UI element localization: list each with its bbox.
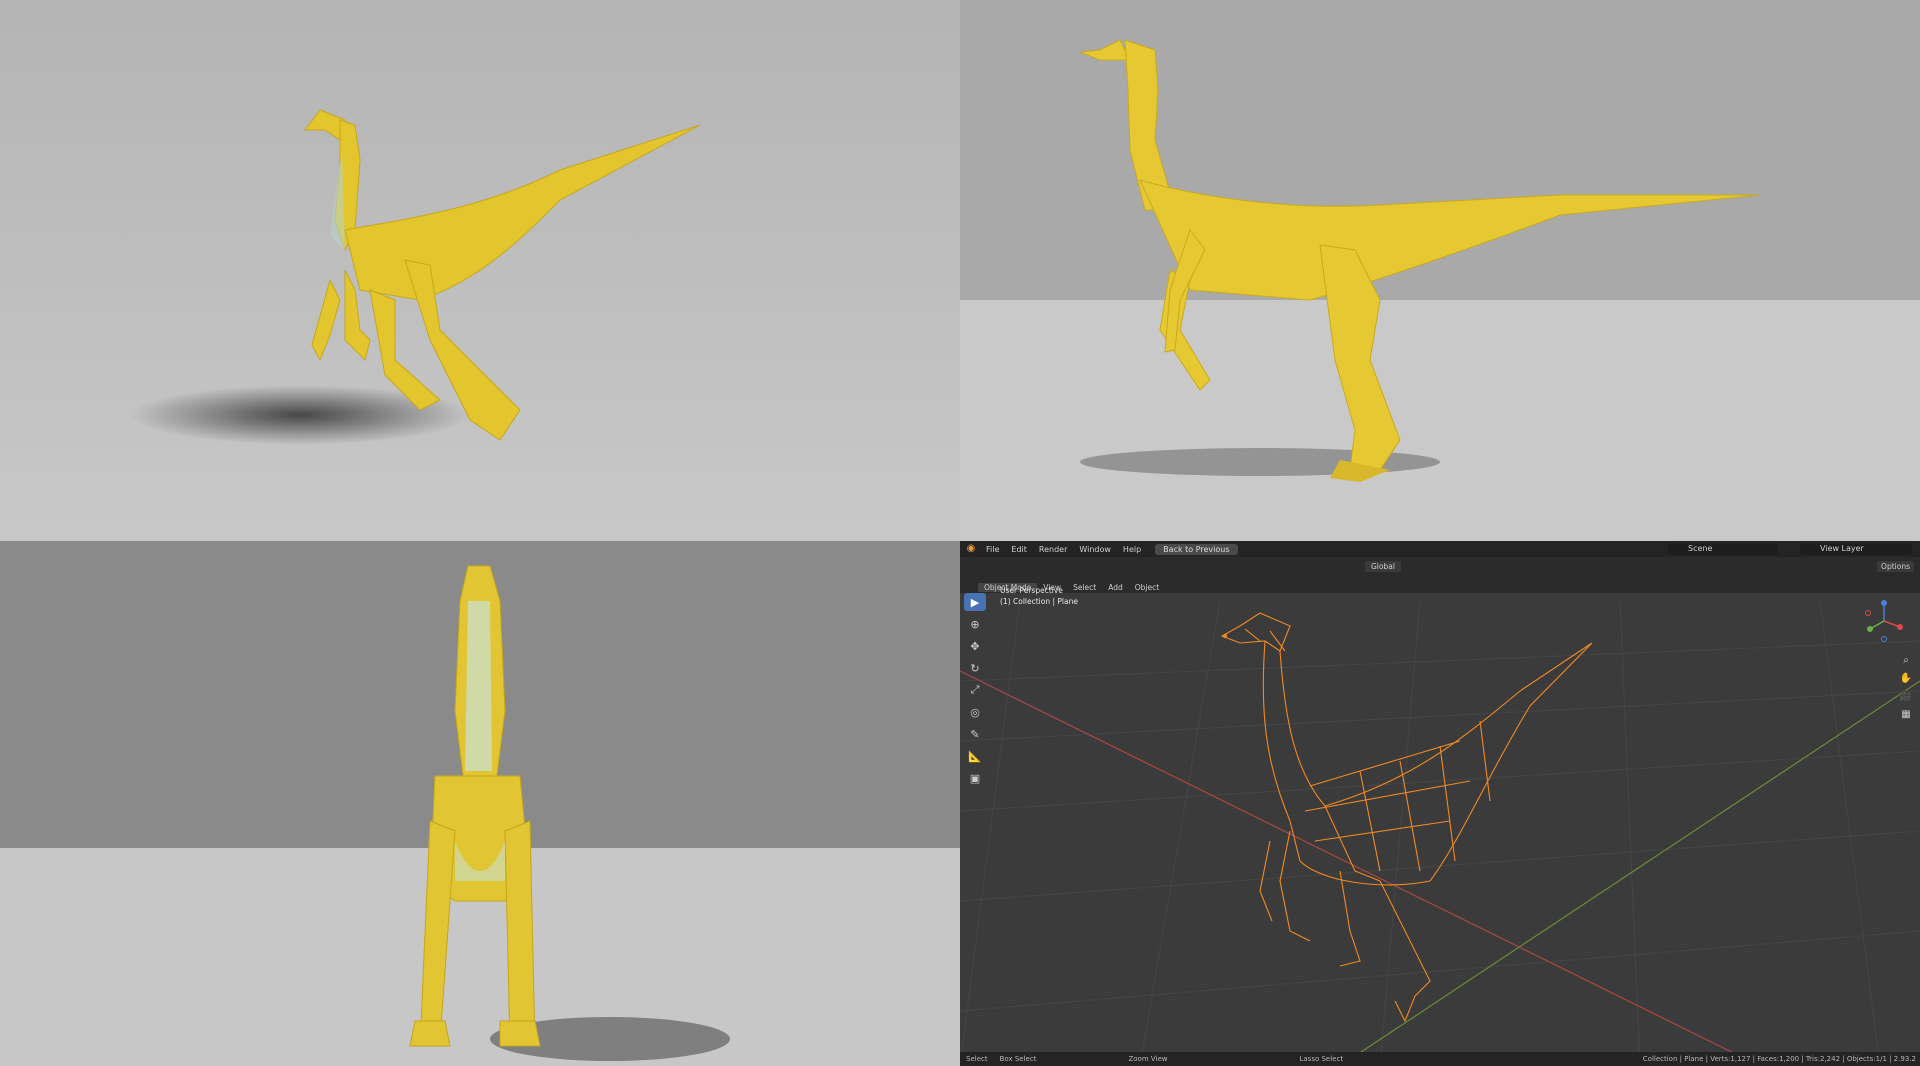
grid-view-icon[interactable]: ▦ bbox=[1898, 707, 1914, 723]
select-box-icon[interactable]: ▶ bbox=[964, 593, 986, 611]
viewport-collection: (1) Collection | Plane bbox=[1000, 597, 1078, 606]
render-perspective-image bbox=[0, 0, 960, 541]
scale-icon[interactable]: ⤢ bbox=[964, 681, 986, 699]
menu-window[interactable]: Window bbox=[1073, 545, 1117, 554]
blender-logo-icon[interactable]: ◉ bbox=[964, 542, 978, 556]
options-button[interactable]: Options bbox=[1877, 561, 1914, 572]
viewport-title: User Perspective bbox=[1000, 586, 1063, 595]
blender-window: ◉ File Edit Render Window Help Back to P… bbox=[960, 541, 1920, 1066]
status-lasso-select: Lasso Select bbox=[1299, 1055, 1344, 1063]
camera-icon[interactable]: 🎥 bbox=[1898, 689, 1914, 705]
render-front-view bbox=[0, 541, 960, 1066]
annotate-icon[interactable]: ✎ bbox=[964, 725, 986, 743]
scene-selector[interactable]: Scene bbox=[1668, 543, 1778, 555]
render-grid: ◉ File Edit Render Window Help Back to P… bbox=[0, 0, 1920, 1066]
add-cube-icon[interactable]: ▣ bbox=[964, 769, 986, 787]
viewport-canvas[interactable] bbox=[960, 541, 1920, 1066]
status-select: Select bbox=[966, 1055, 988, 1063]
render-front-image bbox=[0, 541, 960, 1066]
header-menu-add[interactable]: Add bbox=[1102, 583, 1129, 592]
menu-edit[interactable]: Edit bbox=[1005, 545, 1033, 554]
pan-hand-icon[interactable]: ✋ bbox=[1898, 671, 1914, 687]
viewport-info-overlay: User Perspective (1) Collection | Plane bbox=[1000, 585, 1078, 607]
render-perspective-view bbox=[0, 0, 960, 541]
top-menu-bar: ◉ File Edit Render Window Help Back to P… bbox=[960, 541, 1920, 557]
render-side-image bbox=[960, 0, 1920, 541]
move-icon[interactable]: ✥ bbox=[964, 637, 986, 655]
viewport-header: Object Mode View Select Add Object bbox=[960, 581, 1920, 593]
zoom-icon[interactable]: ⌕ bbox=[1898, 653, 1914, 669]
tool-header: Global Options bbox=[960, 557, 1920, 581]
transform-icon[interactable]: ◎ bbox=[964, 703, 986, 721]
status-zoom-view: Zoom View bbox=[1128, 1055, 1168, 1063]
right-nav-buttons: ⌕ ✋ 🎥 ▦ bbox=[1898, 653, 1914, 725]
status-bar: Select Box Select Zoom View Lasso Select… bbox=[960, 1052, 1920, 1066]
cursor-icon[interactable]: ⊕ bbox=[964, 615, 986, 633]
render-side-view bbox=[960, 0, 1920, 541]
status-box-select: Box Select bbox=[999, 1055, 1037, 1063]
rotate-icon[interactable]: ↻ bbox=[964, 659, 986, 677]
back-to-previous-button[interactable]: Back to Previous bbox=[1155, 543, 1238, 555]
left-toolbar: ▶ ⊕ ✥ ↻ ⤢ ◎ ✎ 📐 ▣ bbox=[964, 593, 988, 791]
transform-orientation-dropdown[interactable]: Global bbox=[1365, 561, 1401, 572]
menu-render[interactable]: Render bbox=[1033, 545, 1073, 554]
view-layer-selector[interactable]: View Layer bbox=[1800, 543, 1912, 555]
menu-help[interactable]: Help bbox=[1117, 545, 1147, 554]
menu-file[interactable]: File bbox=[980, 545, 1005, 554]
status-stats: Collection | Plane | Verts:1,127 | Faces… bbox=[1642, 1055, 1916, 1063]
measure-icon[interactable]: 📐 bbox=[964, 747, 986, 765]
header-menu-object[interactable]: Object bbox=[1129, 583, 1165, 592]
navigation-gizmo[interactable] bbox=[1862, 599, 1906, 643]
